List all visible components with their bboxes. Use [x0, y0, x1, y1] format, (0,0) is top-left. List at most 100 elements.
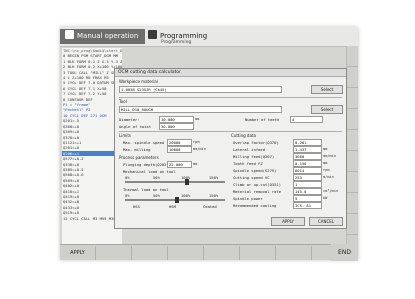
max-milling-field[interactable]: 10000 — [167, 146, 192, 153]
thermal-load-label: Thermal load on tool — [123, 187, 169, 192]
softkey[interactable] — [240, 246, 276, 260]
vertical-softkey[interactable] — [347, 67, 358, 88]
monitor: Manual operation Programming Programming… — [0, 0, 415, 299]
plunging-depth-unit: mm — [193, 162, 198, 166]
vertical-softkey-bar — [346, 46, 358, 260]
program-editor[interactable]: TNC:\nc_prog\$mdi$\start_DEMO.h 0 BEGIN … — [62, 48, 122, 244]
workpiece-material-field[interactable]: 1.0038 S235JR (Ck45) — [119, 86, 282, 93]
select-material-button[interactable]: Select — [311, 85, 343, 94]
manual-mode-label: Manual operation — [77, 32, 139, 40]
cutting-data-unit: cm³/min — [323, 189, 339, 193]
softkey[interactable] — [132, 246, 168, 260]
cutting-data-value: 3660 — [293, 153, 322, 160]
cancel-dialog-button[interactable]: CANCEL — [309, 217, 343, 226]
grade-label: Coated — [203, 204, 217, 209]
vertical-softkey[interactable] — [347, 151, 358, 172]
vertical-softkey[interactable] — [347, 88, 358, 109]
plunging-depth-label: Plunging depth(Q202) — [123, 162, 169, 167]
tool-label: Tool — [119, 99, 127, 104]
cutting-data-label: Spindle power — [233, 196, 263, 201]
cutting-data-label: Spindle speed(S279) — [233, 168, 277, 173]
grade-label: HSM — [169, 204, 176, 209]
cutting-data-label: Overlap factor(Q370) — [233, 140, 279, 145]
program-lines: 0 BEGIN PGM START_DGM MM 1 BLK FORM 0.1 Z… — [62, 53, 122, 221]
program-line[interactable]: 2 BLK FORM 0.2 X+100 Y+100 Z+0 — [62, 64, 122, 69]
cutting-data-value: 145.0 — [293, 188, 322, 195]
thermal-load-slider[interactable] — [125, 197, 225, 203]
cutting-data-value: 253 — [293, 174, 322, 181]
vertical-softkey[interactable] — [347, 172, 358, 193]
hand-icon — [65, 30, 74, 39]
max-milling-label: Max. milling — [123, 147, 151, 152]
softkey[interactable] — [96, 246, 132, 260]
cutting-data-label: Material removal rate — [233, 189, 282, 194]
program-line[interactable]: 12 CYCL CALL M3 M99 M30 — [62, 216, 122, 221]
cutting-data-label: Recommended cooling — [233, 203, 277, 208]
max-spindle-label: Max. spindle speed — [123, 140, 165, 145]
process-parameters-label: Process parameters — [119, 155, 159, 160]
grade-label: HSS — [133, 204, 140, 209]
programming-sub-label: Programming — [161, 40, 192, 45]
apply-softkey-label: APPLY — [70, 250, 85, 256]
diameter-unit: mm — [195, 117, 200, 121]
cutting-data-value: 0.150 — [293, 160, 322, 167]
softkey[interactable] — [168, 246, 204, 260]
vertical-softkey[interactable] — [347, 214, 358, 235]
limits-label: Limits — [119, 133, 131, 138]
cutting-data-unit: mm/min — [323, 154, 336, 158]
apply-dialog-button[interactable]: APPLY — [271, 217, 305, 226]
slider-handle[interactable] — [185, 179, 189, 185]
cutting-data-value: 5 — [293, 195, 322, 202]
cutting-data-unit: mm — [323, 147, 328, 151]
end-softkey-label: END — [338, 249, 351, 256]
dialog-title: OCM cutting data calculator — [115, 69, 346, 77]
cutting-data-unit: m/min — [323, 175, 334, 179]
scale-tick: 150% — [209, 175, 219, 180]
control-screen: Manual operation Programming Programming… — [60, 27, 358, 260]
cutting-data-label: Cutting speed VC — [233, 175, 270, 180]
cutting-data-label: Milling feed(Q207) — [233, 154, 275, 159]
mechanical-load-label: Mechanical load on tool — [123, 169, 176, 174]
diameter-field[interactable]: 10.000 — [159, 116, 194, 123]
title-bar: Manual operation Programming Programming — [60, 27, 358, 47]
horizontal-softkey-bar: APPLY — [60, 244, 346, 260]
max-spindle-unit: rpm — [193, 140, 200, 144]
teeth-field[interactable]: 4 — [290, 116, 323, 123]
cutting-data-dialog: OCM cutting data calculator Workpiece ma… — [114, 68, 347, 229]
mechanical-load-slider[interactable] — [125, 179, 225, 185]
scale-tick: 0% — [125, 193, 130, 198]
tool-field[interactable]: MILL_D10_ROUGH — [119, 106, 282, 113]
softkey[interactable] — [276, 246, 312, 260]
workpiece-material-label: Workpiece material — [119, 79, 158, 84]
angle-label: Angle of twist — [119, 124, 152, 129]
max-milling-unit: mm/min — [193, 147, 206, 151]
program-icon — [148, 30, 157, 39]
cutting-data-value: 1 — [293, 181, 322, 188]
divider — [119, 97, 342, 98]
vertical-softkey[interactable] — [347, 109, 358, 130]
select-tool-button[interactable]: Select — [311, 105, 343, 114]
apply-softkey[interactable]: APPLY — [60, 246, 96, 260]
tab-programming[interactable]: Programming Programming — [146, 29, 222, 45]
scale-tick: 50% — [153, 193, 160, 198]
scale-tick: 50% — [153, 175, 160, 180]
scale-tick: 100% — [181, 193, 191, 198]
angle-field[interactable]: 30.000 — [159, 123, 194, 130]
teeth-label: Number of teeth — [245, 117, 280, 122]
diameter-label: Diameter: — [119, 117, 140, 122]
slider-handle[interactable] — [175, 197, 179, 203]
scale-tick: 150% — [209, 193, 219, 198]
cutting-data-label: Climb or up-cut(Q351) — [233, 182, 282, 187]
end-softkey[interactable]: END — [331, 244, 358, 261]
plunging-depth-field[interactable]: 22.000 — [167, 161, 192, 168]
vertical-softkey[interactable] — [347, 130, 358, 151]
softkey[interactable] — [204, 246, 240, 260]
cutting-data-unit: rpm — [323, 168, 330, 172]
cutting-data-value: ICS. 81 — [293, 202, 322, 209]
vertical-softkey[interactable] — [347, 193, 358, 214]
cutting-data-label: Lateral infeed — [233, 147, 266, 152]
max-spindle-field[interactable]: 20000 — [167, 139, 192, 146]
tab-manual-operation[interactable]: Manual operation — [60, 29, 145, 44]
cutting-data-value: 1.437 — [293, 146, 322, 153]
vertical-softkey[interactable] — [347, 46, 358, 67]
